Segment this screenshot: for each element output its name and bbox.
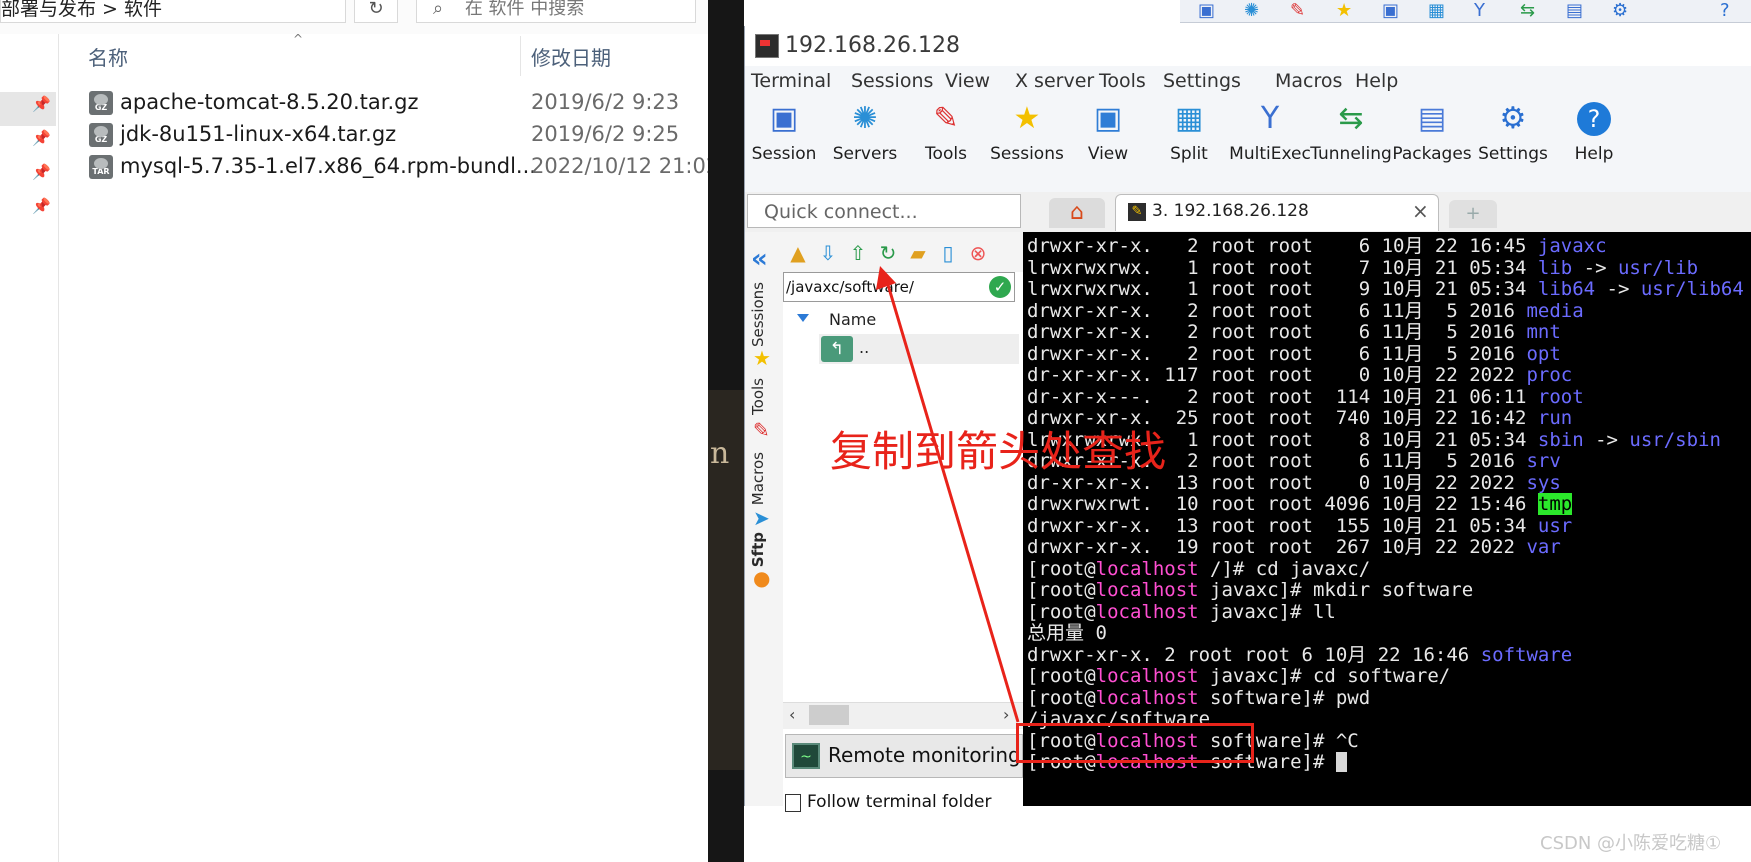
watermark: CSDN @小陈爱吃糖① [1540, 833, 1722, 854]
annotation-highlight-box [1016, 723, 1254, 763]
annotation-text: 复制到箭头处查找 [830, 427, 1167, 476]
